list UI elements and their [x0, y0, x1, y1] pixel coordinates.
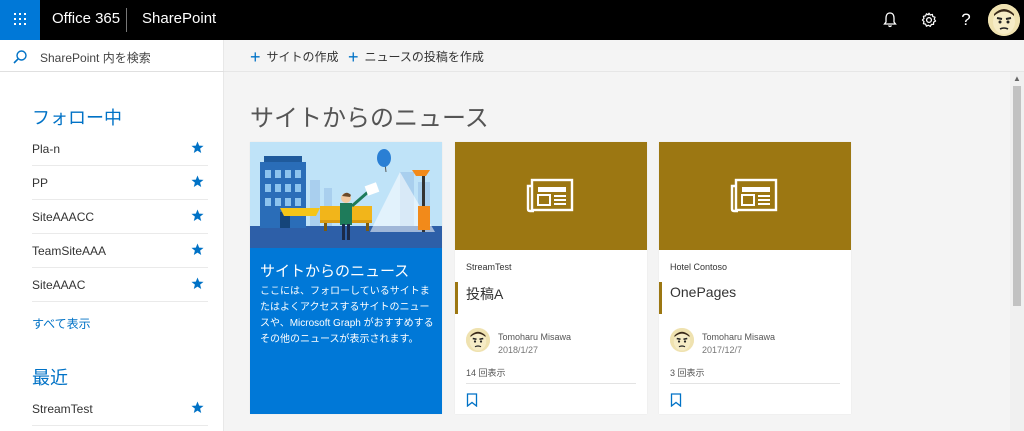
star-icon[interactable] [191, 175, 204, 188]
hero-description: ここには、フォローしているサイトまたはよくアクセスするサイトのニュースや、Mic… [260, 286, 434, 345]
following-item[interactable]: Pla-n [32, 132, 208, 166]
plus-icon: + [348, 46, 359, 67]
settings-button[interactable] [917, 8, 941, 32]
card-author: Tomoharu Misawa [498, 332, 572, 342]
avatar [670, 328, 694, 352]
card-site-name[interactable]: StreamTest [466, 262, 512, 272]
help-icon: ? [961, 10, 971, 29]
search-input[interactable]: SharePoint 内を検索 [40, 49, 151, 66]
following-item-label: SiteAAACC [32, 210, 95, 224]
star-icon[interactable] [191, 209, 204, 222]
news-illustration [250, 142, 442, 248]
main-scrollbar[interactable]: ▲ [1010, 72, 1024, 431]
news-thumbnail [659, 142, 851, 250]
notifications-button[interactable] [878, 8, 902, 32]
left-navigation: SharePoint 内を検索 フォロー中 Pla-n PP SiteAAACC… [0, 40, 224, 431]
card-accent-bar [659, 282, 662, 314]
avatar [988, 4, 1020, 36]
app-launcher-button[interactable] [0, 0, 40, 40]
card-view-count: 3 回表示 [670, 368, 705, 378]
recent-heading: 最近 [32, 368, 68, 388]
create-site-button[interactable]: + サイトの作成 [250, 46, 339, 67]
card-date: 2017/12/7 [702, 345, 743, 355]
page-title: サイトからのニュース [250, 105, 489, 132]
card-title[interactable]: 投稿A [466, 284, 503, 304]
star-icon[interactable] [191, 401, 204, 414]
app-name-sharepoint[interactable]: SharePoint [142, 10, 216, 27]
card-author: Tomoharu Misawa [702, 332, 776, 342]
following-item[interactable]: SiteAAAC [32, 268, 208, 302]
following-item-label: Pla-n [32, 142, 61, 156]
news-icon [730, 178, 778, 213]
star-icon[interactable] [191, 141, 204, 154]
plus-icon: + [250, 46, 261, 67]
command-bar: + サイトの作成 + ニュースの投稿を作成 [224, 40, 1024, 72]
card-divider [670, 383, 840, 384]
news-thumbnail [455, 142, 647, 250]
author-avatar [670, 328, 694, 352]
suite-bar: Office 365 SharePoint ? [0, 0, 1024, 40]
scroll-up-arrow-icon[interactable]: ▲ [1013, 74, 1021, 83]
star-icon[interactable] [191, 243, 204, 256]
brand-office365[interactable]: Office 365 [52, 10, 120, 27]
star-icon[interactable] [191, 277, 204, 290]
author-avatar [466, 328, 490, 352]
news-card[interactable]: Hotel Contoso OnePages Tomoharu Misawa 2… [659, 142, 851, 414]
create-news-button[interactable]: + ニュースの投稿を作成 [348, 46, 484, 67]
card-view-count: 14 回表示 [466, 368, 506, 378]
news-icon [526, 178, 574, 213]
scrollbar-thumb[interactable] [1013, 86, 1021, 306]
news-intro-card[interactable]: サイトからのニュース ここには、フォローしているサイトまたはよくアクセスするサイ… [250, 142, 442, 414]
following-item[interactable]: PP [32, 166, 208, 200]
following-item-label: SiteAAAC [32, 278, 86, 292]
brand-separator [126, 8, 127, 32]
user-avatar[interactable] [988, 4, 1020, 36]
gear-icon [921, 12, 937, 27]
hero-title: サイトからのニュース [260, 263, 410, 280]
avatar [466, 328, 490, 352]
following-item-label: TeamSiteAAA [32, 244, 107, 258]
help-button[interactable]: ? [954, 8, 978, 32]
bookmark-icon[interactable] [670, 393, 682, 407]
card-date: 2018/1/27 [498, 345, 539, 355]
recent-item-label: StreamTest [32, 402, 93, 416]
card-divider [466, 383, 636, 384]
card-site-name[interactable]: Hotel Contoso [670, 262, 727, 272]
following-item[interactable]: SiteAAACC [32, 200, 208, 234]
see-all-link[interactable]: すべて表示 [32, 315, 91, 332]
bookmark-icon[interactable] [466, 393, 478, 407]
recent-item[interactable]: StreamTest [32, 392, 208, 426]
bell-icon [883, 12, 897, 28]
create-site-label: サイトの作成 [266, 50, 339, 64]
search-icon [13, 50, 27, 64]
search-box[interactable]: SharePoint 内を検索 [0, 40, 224, 72]
card-title[interactable]: OnePages [670, 284, 736, 300]
create-news-label: ニュースの投稿を作成 [364, 50, 484, 64]
card-accent-bar [455, 282, 458, 314]
following-item-label: PP [32, 176, 49, 190]
waffle-icon [14, 13, 26, 25]
news-card[interactable]: StreamTest 投稿A Tomoharu Misawa 2018/1/27… [455, 142, 647, 414]
following-heading: フォロー中 [32, 108, 122, 128]
following-item[interactable]: TeamSiteAAA [32, 234, 208, 268]
